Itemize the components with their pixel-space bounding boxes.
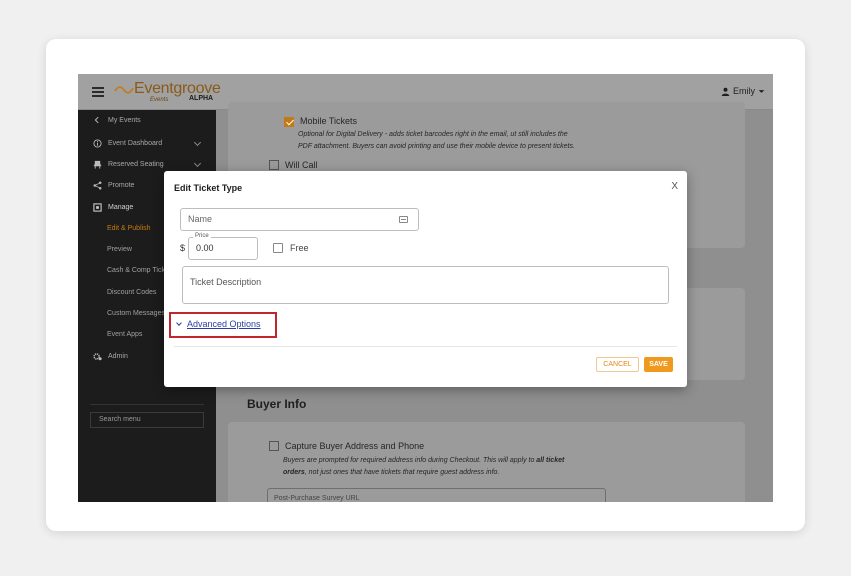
brand-subtitle: Events [150, 97, 169, 103]
sidebar-item-label: Manage [108, 203, 134, 211]
price-label: Price [193, 233, 211, 239]
sidebar-item-label: Reserved Seating [108, 160, 164, 168]
sidebar-item-label: My Events [108, 116, 141, 124]
user-name: Emily [733, 86, 755, 96]
sidebar-item-label: Event Dashboard [108, 139, 163, 147]
sidebar-subitem-custom-messages[interactable]: Custom Messages [107, 310, 165, 317]
mobile-tickets-desc-1: Optional for Digital Delivery - adds tic… [298, 131, 568, 138]
chevron-left-icon [92, 115, 102, 125]
edit-ticket-modal: Edit Ticket Type X Name $ 0.00 Price Fre… [164, 171, 687, 387]
price-input[interactable]: 0.00 [188, 237, 258, 260]
caret-down-icon [758, 89, 765, 93]
capture-address-checkbox[interactable] [269, 441, 279, 451]
sidebar-item-label: Promote [108, 181, 135, 189]
sidebar-subitem-preview[interactable]: Preview [107, 246, 132, 253]
cancel-button[interactable]: CANCEL [596, 357, 639, 372]
manage-icon [92, 202, 102, 212]
survey-url-input[interactable]: Post-Purchase Survey URL [267, 488, 606, 502]
modal-divider [174, 346, 677, 347]
ticket-description-input[interactable]: Ticket Description [182, 266, 669, 304]
capture-address-label: Capture Buyer Address and Phone [285, 441, 425, 451]
ticket-name-input[interactable]: Name [180, 208, 419, 231]
sidebar-divider [90, 404, 204, 405]
user-icon [721, 87, 730, 96]
id-card-icon [399, 216, 408, 223]
mobile-tickets-label: Mobile Tickets [300, 116, 358, 126]
chevron-down-icon [193, 138, 202, 147]
hamburger-menu-icon[interactable] [92, 87, 104, 97]
currency-symbol: $ [180, 243, 186, 253]
sidebar-search-input[interactable]: Search menu [90, 412, 204, 428]
free-checkbox[interactable] [273, 243, 283, 253]
mobile-tickets-checkbox[interactable] [284, 117, 294, 127]
name-placeholder: Name [188, 214, 213, 224]
will-call-checkbox[interactable] [269, 160, 279, 170]
buyer-info-title: Buyer Info [247, 397, 307, 411]
gears-icon [92, 351, 102, 361]
chevron-down-icon [193, 159, 202, 168]
info-icon [92, 138, 102, 148]
capture-address-desc: Buyers are prompted for required address… [283, 457, 565, 476]
alpha-badge: ALPHA [189, 95, 214, 102]
save-button[interactable]: SAVE [644, 357, 673, 372]
free-label: Free [290, 243, 309, 253]
mobile-tickets-desc-2: PDF attachment. Buyers can avoid printin… [298, 143, 575, 150]
sidebar-subitem-event-apps[interactable]: Event Apps [107, 331, 142, 338]
share-icon [92, 180, 102, 190]
sidebar-subitem-edit-publish[interactable]: Edit & Publish [107, 225, 151, 232]
logo-wave-icon [114, 86, 134, 94]
sidebar-item-my-events[interactable]: My Events [78, 110, 216, 130]
close-icon[interactable]: X [671, 181, 678, 192]
advanced-options-link[interactable]: Advanced Options [187, 319, 261, 329]
sidebar-item-label: Admin [108, 352, 128, 360]
user-menu[interactable]: Emily [721, 86, 765, 96]
will-call-label: Will Call [285, 160, 318, 170]
modal-title: Edit Ticket Type [174, 183, 243, 193]
sidebar-subitem-discount-codes[interactable]: Discount Codes [107, 289, 156, 296]
sidebar-item-event-dashboard[interactable]: Event Dashboard [78, 133, 216, 153]
seat-icon [92, 159, 102, 169]
